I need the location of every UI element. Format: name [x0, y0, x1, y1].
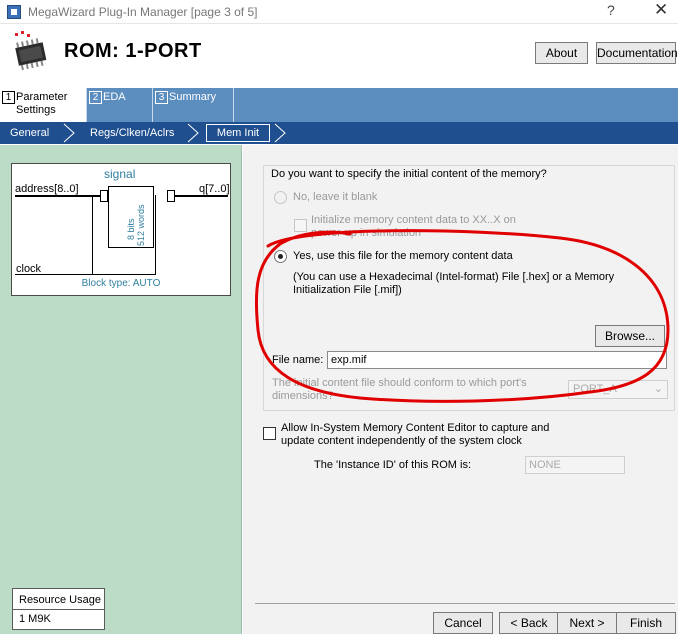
- clock-wire: [15, 274, 155, 275]
- help-icon[interactable]: ?: [607, 2, 615, 18]
- resource-usage-box: Resource Usage 1 M9K: [12, 588, 105, 630]
- q-wire: [168, 195, 228, 197]
- chevron-right-icon: [63, 123, 75, 143]
- initial-content-question: Do you want to specify the initial conte…: [271, 168, 547, 180]
- file-hint-1: (You can use a Hexadecimal (Intel-format…: [293, 271, 615, 283]
- page-title: ROM: 1-PORT: [64, 40, 202, 62]
- step-number: 2: [89, 91, 102, 104]
- browse-button[interactable]: Browse...: [595, 325, 665, 347]
- next-button[interactable]: Next >: [557, 612, 617, 634]
- instance-id-input[interactable]: NONE: [525, 456, 625, 474]
- radio-yes-use-file[interactable]: [274, 250, 287, 263]
- tab-label: Summary: [169, 91, 217, 103]
- port-address: address[8..0]: [15, 183, 79, 195]
- subtab-mem-init[interactable]: Mem Init: [206, 124, 270, 142]
- tab-label: Parameter Settings: [16, 91, 68, 116]
- block-type-label: Block type: AUTO: [81, 278, 161, 289]
- radio-no-leave-blank[interactable]: [274, 191, 287, 204]
- input-register: [100, 190, 108, 202]
- back-button[interactable]: < Back: [499, 612, 559, 634]
- chevron-right-icon: [274, 123, 286, 143]
- instance-id-label: The 'Instance ID' of this ROM is:: [314, 459, 472, 471]
- allow-in-system-editor-checkbox[interactable]: [263, 427, 276, 440]
- tab-parameter-settings[interactable]: 1 Parameter Settings: [0, 88, 86, 122]
- about-button[interactable]: About: [535, 42, 588, 64]
- memory-words-label: 512 words: [136, 204, 146, 246]
- window-title-bar: MegaWizard Plug-In Manager [page 3 of 5]…: [0, 0, 678, 24]
- wizard-steps: 1 Parameter Settings 2 EDA 3 Summary: [0, 88, 678, 122]
- initialize-xx-checkbox[interactable]: [294, 219, 307, 232]
- resource-usage-title: Resource Usage: [19, 594, 101, 606]
- port-select[interactable]: PORT_A ⌄: [568, 380, 668, 399]
- allow-editor-label-1: Allow In-System Memory Content Editor to…: [281, 422, 550, 434]
- main-panel: Do you want to specify the initial conte…: [243, 145, 678, 634]
- app-icon: [7, 5, 21, 19]
- sub-tab-bar: General Regs/Clken/Aclrs Mem Init: [0, 122, 678, 144]
- clock-branch-2: [155, 195, 156, 275]
- clock-branch: [92, 195, 93, 275]
- tab-label: EDA: [103, 91, 126, 103]
- option-yes-label: Yes, use this file for the memory conten…: [293, 250, 513, 262]
- close-icon[interactable]: ✕: [654, 0, 668, 20]
- step-number: 3: [155, 91, 168, 104]
- block-diagram: signal address[8..0] q[7..0] clock 8 bit…: [11, 163, 231, 296]
- option-no-label: No, leave it blank: [293, 191, 378, 203]
- rom-chip-icon: [15, 31, 47, 71]
- port-q: q[7..0]: [199, 183, 230, 195]
- output-register: [167, 190, 175, 202]
- conform-label-2: dimensions?: [272, 390, 334, 402]
- file-name-label: File name:: [272, 354, 324, 366]
- chevron-right-icon: [187, 123, 199, 143]
- left-preview-panel: signal address[8..0] q[7..0] clock 8 bit…: [0, 145, 242, 634]
- subtab-general[interactable]: General: [10, 122, 49, 144]
- tab-summary[interactable]: 3 Summary: [152, 88, 234, 122]
- cancel-button[interactable]: Cancel: [433, 612, 493, 634]
- port-select-value: PORT_A: [573, 383, 617, 395]
- address-wire: [15, 195, 100, 197]
- tab-eda[interactable]: 2 EDA: [86, 88, 152, 122]
- initialize-xx-label-1: Initialize memory content data to XX..X …: [311, 214, 516, 226]
- documentation-button[interactable]: Documentation: [596, 42, 678, 64]
- conform-label-1: The initial content file should conform …: [272, 377, 527, 389]
- footer-separator: [255, 603, 675, 604]
- file-hint-2: Initialization File [.mif]): [293, 284, 402, 296]
- resource-usage-value: 1 M9K: [19, 613, 51, 625]
- window-title: MegaWizard Plug-In Manager [page 3 of 5]: [28, 5, 258, 19]
- subtab-regs-clken-aclrs[interactable]: Regs/Clken/Aclrs: [90, 122, 174, 144]
- file-name-input[interactable]: exp.mif: [327, 351, 667, 369]
- initialize-xx-label-2: power-up in simulation: [311, 227, 422, 239]
- step-number: 1: [2, 91, 15, 104]
- memory-bits-label: 8 bits: [126, 218, 136, 240]
- diagram-signal-label: signal: [104, 167, 136, 181]
- allow-editor-label-2: update content independently of the syst…: [281, 435, 522, 447]
- chevron-down-icon: ⌄: [653, 383, 663, 395]
- finish-button[interactable]: Finish: [616, 612, 676, 634]
